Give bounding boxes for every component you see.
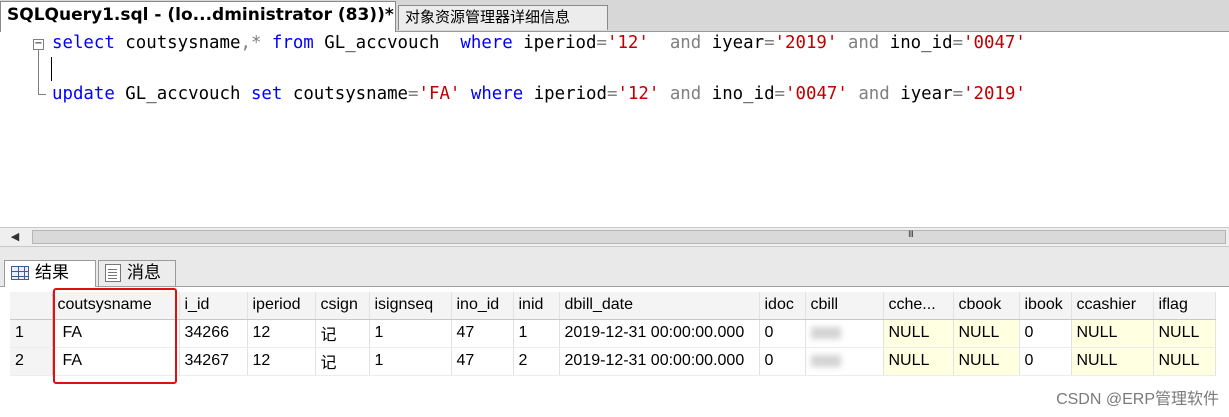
scrollbar-thumb[interactable] (32, 230, 1226, 244)
tab-sqlquery1[interactable]: SQLQuery1.sql - (lo...dministrator (83))… (0, 1, 396, 32)
row-number[interactable]: 1 (10, 319, 53, 348)
grid-cell[interactable]: NULL (953, 319, 1020, 348)
col-header[interactable]: dbill_date (559, 292, 760, 320)
document-tab-bar: SQLQuery1.sql - (lo...dministrator (83))… (0, 0, 1229, 32)
grid-cell-redacted[interactable] (805, 319, 884, 348)
tab-messages[interactable]: 消息 (98, 260, 176, 286)
grid-cell[interactable]: NULL (953, 347, 1020, 376)
grid-cell[interactable]: 1 (513, 319, 560, 348)
query-editor[interactable]: − select coutsysname,* from GL_accvouch … (0, 32, 1229, 227)
grid-cell[interactable]: NULL (1153, 347, 1216, 376)
col-header[interactable]: ino_id (451, 292, 514, 320)
grid-cell[interactable]: 2019-12-31 00:00:00.000 (559, 319, 760, 348)
grid-cell[interactable]: 12 (247, 347, 316, 376)
grid-cell[interactable]: 0 (759, 347, 806, 376)
grid-cell[interactable]: 2019-12-31 00:00:00.000 (559, 347, 760, 376)
grid-cell[interactable]: 0 (1019, 347, 1072, 376)
col-header[interactable]: cbill (805, 292, 884, 320)
grid-cell[interactable]: NULL (1071, 319, 1154, 348)
scrollbar-grip: III (908, 230, 914, 240)
message-icon (105, 264, 121, 282)
grid-header-row: coutsysname i_id iperiod csign isignseq … (10, 292, 1216, 320)
grid-cell[interactable]: 47 (451, 319, 514, 348)
col-header[interactable]: idoc (759, 292, 806, 320)
grid-cell[interactable]: 0 (1019, 319, 1072, 348)
collapse-icon[interactable]: − (33, 39, 44, 50)
grid-cell[interactable]: NULL (1153, 319, 1216, 348)
row-number[interactable]: 2 (10, 347, 53, 376)
grid-cell[interactable]: 记 (315, 319, 370, 348)
row-header-corner (10, 292, 53, 320)
watermark: CSDN @ERP管理软件 (1056, 391, 1219, 408)
tab-object-explorer-details[interactable]: 对象资源管理器详细信息 (398, 5, 608, 30)
col-header[interactable]: cbook (953, 292, 1020, 320)
grid-cell-redacted[interactable] (805, 347, 884, 376)
grid-cell[interactable]: 记 (315, 347, 370, 376)
outline-end (38, 94, 46, 95)
redacted-blur (810, 354, 841, 367)
code-line-1: select coutsysname,* from GL_accvouch wh… (52, 33, 1026, 53)
table-row[interactable]: 1 FA 34266 12 记 1 47 1 2019-12-31 00:00:… (10, 319, 1216, 348)
editor-horizontal-scrollbar[interactable]: ◀ III (0, 227, 1229, 246)
col-header[interactable]: iperiod (247, 292, 316, 320)
grid-cell[interactable]: NULL (1071, 347, 1154, 376)
col-header[interactable]: ccashier (1071, 292, 1154, 320)
col-header[interactable]: iflag (1153, 292, 1216, 320)
code-line-3: update GL_accvouch set coutsysname='FA' … (52, 84, 1026, 104)
text-cursor (51, 57, 52, 81)
grid-cell[interactable]: 1 (369, 319, 452, 348)
grid-cell[interactable]: 47 (451, 347, 514, 376)
tab-results-label: 结果 (35, 263, 69, 283)
results-grid-pane: coutsysname i_id iperiod csign isignseq … (0, 287, 1229, 417)
grid-cell[interactable]: 1 (369, 347, 452, 376)
col-header[interactable]: isignseq (369, 292, 452, 320)
tab-messages-label: 消息 (127, 263, 161, 283)
grid-cell[interactable]: NULL (883, 347, 954, 376)
red-highlight-annotation (53, 288, 177, 384)
grid-cell[interactable]: NULL (883, 319, 954, 348)
grid-cell[interactable]: 34266 (179, 319, 248, 348)
col-header[interactable]: ibook (1019, 292, 1072, 320)
results-tab-bar: 结果 消息 (0, 256, 1229, 287)
results-grid: coutsysname i_id iperiod csign isignseq … (10, 292, 1216, 376)
scroll-left-arrow-icon[interactable]: ◀ (0, 228, 30, 246)
col-header[interactable]: i_id (179, 292, 248, 320)
redacted-blur (810, 326, 841, 339)
table-row[interactable]: 2 FA 34267 12 记 1 47 2 2019-12-31 00:00:… (10, 347, 1216, 376)
grid-cell[interactable]: 12 (247, 319, 316, 348)
col-header[interactable]: csign (315, 292, 370, 320)
grid-cell[interactable]: 2 (513, 347, 560, 376)
grid-cell[interactable]: 0 (759, 319, 806, 348)
col-header[interactable]: inid (513, 292, 560, 320)
grid-icon (11, 266, 29, 280)
outline-line (38, 48, 39, 94)
tab-results[interactable]: 结果 (4, 260, 96, 287)
grid-cell[interactable]: 34267 (179, 347, 248, 376)
col-header[interactable]: cche... (883, 292, 954, 320)
